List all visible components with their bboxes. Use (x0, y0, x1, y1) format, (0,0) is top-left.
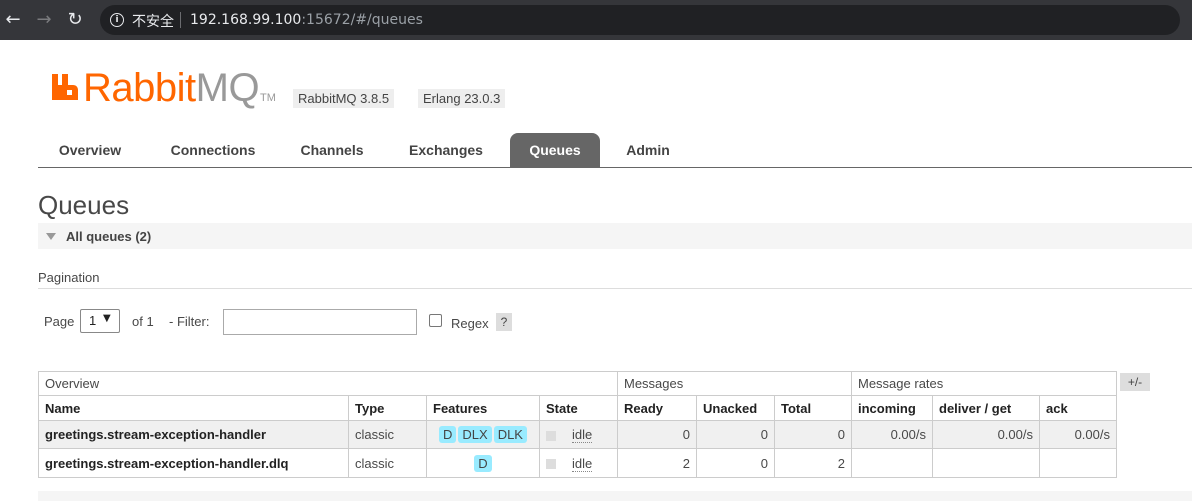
url-separator (180, 12, 181, 28)
col-ready[interactable]: Ready (617, 395, 697, 421)
col-total[interactable]: Total (774, 395, 852, 421)
pagination-divider (38, 288, 1192, 289)
tab-connections[interactable]: Connections (153, 133, 273, 167)
queue-type: classic (348, 448, 427, 478)
filter-input[interactable] (223, 309, 417, 335)
group-header-rates: Message rates (851, 371, 1117, 396)
ready-count: 2 (617, 448, 697, 478)
queue-name-link[interactable]: greetings.stream-exception-handler.dlq (38, 448, 349, 478)
all-queues-section-toggle[interactable]: All queues (2) (38, 223, 1192, 249)
queue-features: D (426, 448, 540, 478)
table-row: greetings.stream-exception-handler class… (38, 420, 1117, 449)
next-section-bar[interactable] (38, 491, 1192, 501)
col-incoming[interactable]: incoming (851, 395, 933, 421)
queues-table: Overview Messages Message rates Name Typ… (38, 371, 1117, 478)
col-name[interactable]: Name (38, 395, 349, 421)
unacked-count: 0 (696, 420, 775, 449)
column-header-row: Name Type Features State Ready Unacked T… (38, 395, 1117, 421)
erlang-version: Erlang 23.0.3 (418, 89, 506, 108)
incoming-rate: 0.00/s (851, 420, 933, 449)
col-state[interactable]: State (539, 395, 618, 421)
page-select[interactable]: 1 ▼ (80, 309, 120, 333)
rabbit-logo-icon (52, 74, 78, 100)
logo-text: RabbitMQ (83, 66, 260, 111)
ack-rate (1039, 448, 1117, 478)
logo-trademark: TM (260, 92, 276, 104)
queue-name-link[interactable]: greetings.stream-exception-handler (38, 420, 349, 449)
feature-badge-dlk[interactable]: DLK (493, 426, 527, 443)
page-label: Page (44, 314, 75, 329)
chevron-down-icon: ▼ (103, 313, 111, 324)
tab-queues[interactable]: Queues (510, 133, 600, 167)
incoming-rate (851, 448, 933, 478)
total-count: 2 (774, 448, 852, 478)
group-header-overview: Overview (38, 371, 618, 396)
col-deliver-get[interactable]: deliver / get (932, 395, 1040, 421)
page-count: of 1 (132, 314, 154, 329)
table-row: greetings.stream-exception-handler.dlq c… (38, 448, 1117, 478)
security-status[interactable]: 不安全 (132, 11, 174, 31)
logo-text-rabbit: Rabbit (83, 66, 196, 110)
rabbitmq-version: RabbitMQ 3.8.5 (293, 89, 395, 108)
section-label: All queues (2) (66, 229, 152, 244)
feature-badge-durable[interactable]: D (474, 454, 492, 472)
regex-label: Regex (451, 316, 489, 331)
regex-checkbox[interactable] (429, 314, 442, 327)
tab-admin[interactable]: Admin (612, 133, 684, 167)
queue-state: idle (539, 448, 618, 478)
columns-toggle-button[interactable]: +/- (1120, 373, 1150, 391)
page-select-value: 1 (89, 313, 97, 328)
queue-features: D DLX DLK (426, 420, 540, 449)
deliver-get-rate (932, 448, 1040, 478)
state-label[interactable]: idle (572, 455, 593, 472)
feature-badge-durable[interactable]: D (439, 426, 457, 443)
unacked-count: 0 (696, 448, 775, 478)
col-type[interactable]: Type (348, 395, 427, 421)
tab-exchanges[interactable]: Exchanges (393, 133, 499, 167)
feature-badge-dlx[interactable]: DLX (458, 426, 492, 443)
browser-toolbar: ← → ↻ i 不安全 192.168.99.100:15672/#/queue… (0, 0, 1192, 40)
url-path: :15672/#/queues (301, 12, 423, 28)
reload-icon[interactable]: ↻ (64, 9, 86, 31)
filter-label: - Filter: (169, 314, 210, 329)
queue-type: classic (348, 420, 427, 449)
page-title: Queues (38, 190, 130, 220)
collapse-triangle-icon (46, 233, 56, 240)
pagination-heading: Pagination (38, 270, 100, 285)
ready-count: 0 (617, 420, 697, 449)
info-icon[interactable]: i (110, 13, 124, 27)
queue-state: idle (539, 420, 618, 449)
address-bar[interactable]: i 不安全 192.168.99.100:15672/#/queues (100, 5, 1180, 35)
main-nav-tabs: Overview Connections Channels Exchanges … (38, 133, 1192, 168)
regex-help-button[interactable]: ? (496, 313, 512, 331)
logo-text-mq: MQ (195, 66, 260, 110)
url-text[interactable]: 192.168.99.100:15672/#/queues (190, 12, 423, 28)
state-label[interactable]: idle (572, 427, 593, 443)
forward-arrow-icon[interactable]: → (33, 9, 55, 31)
state-indicator-icon (546, 430, 556, 441)
col-ack[interactable]: ack (1039, 395, 1117, 421)
ack-rate: 0.00/s (1039, 420, 1117, 449)
group-header-messages: Messages (617, 371, 852, 396)
tab-overview[interactable]: Overview (38, 133, 142, 167)
total-count: 0 (774, 420, 852, 449)
col-unacked[interactable]: Unacked (696, 395, 775, 421)
state-indicator-icon (546, 459, 556, 470)
group-header-row: Overview Messages Message rates (38, 371, 1117, 396)
back-arrow-icon[interactable]: ← (2, 9, 24, 31)
url-host: 192.168.99.100 (190, 12, 302, 28)
tab-channels[interactable]: Channels (286, 133, 378, 167)
deliver-get-rate: 0.00/s (932, 420, 1040, 449)
col-features[interactable]: Features (426, 395, 540, 421)
